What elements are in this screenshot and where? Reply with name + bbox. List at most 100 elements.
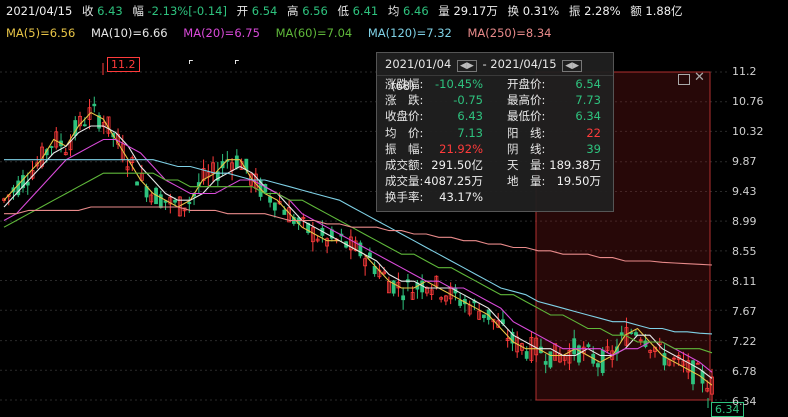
high-label: 高 bbox=[287, 4, 299, 18]
stat-value: 19.50万 bbox=[556, 174, 601, 189]
y-tick: 10.76 bbox=[732, 95, 764, 108]
range-start-stepper-icon[interactable]: ◀▶ bbox=[456, 60, 477, 72]
y-tick: 7.67 bbox=[732, 305, 757, 318]
y-tick: 8.11 bbox=[732, 275, 757, 288]
ma250-label[interactable]: MA(250)=8.34 bbox=[468, 24, 552, 42]
y-tick: 9.43 bbox=[732, 185, 757, 198]
crosshair-bracket-right: ⌜ bbox=[234, 58, 240, 72]
ma120-label[interactable]: MA(120)=7.32 bbox=[368, 24, 452, 42]
ma5-label[interactable]: MA(5)=6.56 bbox=[6, 24, 75, 42]
range-end-date[interactable]: 2021/04/15 bbox=[490, 57, 556, 71]
close-value: 6.43 bbox=[97, 4, 123, 18]
turnover-label: 换 bbox=[507, 4, 520, 18]
candle-body bbox=[596, 363, 600, 368]
stat-value: 7.13 bbox=[457, 125, 483, 140]
close-label: 收 bbox=[81, 4, 94, 18]
candle-body bbox=[619, 332, 624, 336]
candle-body bbox=[662, 353, 667, 366]
stat-key: 涨 跌: bbox=[385, 93, 424, 108]
y-tick: 7.22 bbox=[732, 335, 757, 348]
stat-key: 最低价: bbox=[507, 109, 546, 124]
volume-label: 量 bbox=[438, 4, 450, 18]
stat-value: 39 bbox=[586, 141, 601, 156]
stat-key: 成交量: bbox=[385, 174, 424, 189]
candle-body bbox=[634, 332, 638, 336]
stat-value: 189.38万 bbox=[549, 157, 601, 172]
stats-row: 涨跌幅: -10.45% 开盘价: 6.54 bbox=[377, 76, 613, 92]
stat-key: 换手率: bbox=[385, 190, 424, 205]
amplitude-label: 振 bbox=[568, 4, 581, 18]
stat-key: 最高价: bbox=[507, 93, 546, 108]
stat-value: 6.34 bbox=[575, 109, 601, 124]
ma-legend: MA(5)=6.56 MA(10)=6.66 MA(20)=6.75 MA(60… bbox=[0, 24, 788, 42]
amount-value: 1.88亿 bbox=[645, 4, 683, 18]
stat-value: 6.43 bbox=[457, 109, 483, 124]
range-end-stepper-icon[interactable]: ◀▶ bbox=[562, 60, 583, 72]
y-tick: 11.2 bbox=[732, 65, 757, 78]
max-price-marker: 11.2 bbox=[107, 57, 140, 72]
range-header: 2021/01/04 ◀▶ - 2021/04/15 ◀▶ (68) bbox=[377, 53, 613, 93]
stat-key: 开盘价: bbox=[507, 77, 546, 91]
y-tick: 6.34 bbox=[732, 395, 757, 408]
stat-key: 天 量: bbox=[507, 157, 546, 172]
stat-value: 21.92% bbox=[439, 141, 483, 156]
amplitude-value: 2.28% bbox=[584, 4, 621, 18]
avg-label: 均 bbox=[387, 4, 400, 18]
candle-body bbox=[49, 146, 54, 148]
candle-body bbox=[92, 103, 97, 107]
stats-row: 换手率: 43.17% bbox=[377, 189, 613, 205]
ma10-label[interactable]: MA(10)=6.66 bbox=[91, 24, 168, 42]
stat-value: -0.75 bbox=[453, 93, 483, 108]
candle-body bbox=[82, 124, 87, 127]
stats-row: 收盘价: 6.43 最低价: 6.34 bbox=[377, 108, 613, 124]
candle-body bbox=[524, 351, 529, 359]
candle-body bbox=[572, 338, 577, 355]
stat-value: 4087.25万 bbox=[423, 174, 483, 189]
y-tick: 8.55 bbox=[732, 245, 757, 258]
candle-body bbox=[586, 344, 591, 347]
stat-key: 地 量: bbox=[507, 174, 546, 189]
stat-key: 均 价: bbox=[385, 125, 424, 140]
stat-value: 7.73 bbox=[575, 93, 601, 108]
stat-key: 阳 线: bbox=[507, 125, 546, 140]
range-start-date[interactable]: 2021/01/04 bbox=[385, 57, 451, 71]
stats-row: 涨 跌: -0.75 最高价: 7.73 bbox=[377, 92, 613, 108]
open-label: 开 bbox=[236, 4, 249, 18]
stat-key: 收盘价: bbox=[385, 109, 424, 124]
stats-row: 振 幅: 21.92% 阴 线: 39 bbox=[377, 141, 613, 157]
y-tick: 8.99 bbox=[732, 215, 757, 228]
quote-date: 2021/04/15 bbox=[6, 4, 73, 18]
candle-body bbox=[482, 314, 486, 319]
price-axis: 11.2 10.76 10.32 9.87 9.43 8.99 8.55 8.1… bbox=[728, 60, 788, 416]
candle-body bbox=[401, 295, 406, 301]
stat-value: 6.54 bbox=[575, 77, 601, 91]
stat-value: 43.17% bbox=[439, 190, 483, 205]
ma20-label[interactable]: MA(20)=6.75 bbox=[183, 24, 260, 42]
ma60-label[interactable]: MA(60)=7.04 bbox=[276, 24, 353, 42]
candle-body bbox=[458, 300, 463, 306]
stat-key: 振 幅: bbox=[385, 141, 424, 156]
volume-value: 29.17万 bbox=[453, 4, 498, 18]
close-icon[interactable]: ✕ bbox=[694, 70, 705, 85]
candle-body bbox=[548, 351, 553, 368]
candle-body bbox=[173, 199, 177, 203]
stat-key: 涨跌幅: bbox=[385, 77, 424, 91]
y-tick: 6.78 bbox=[732, 365, 757, 378]
stat-key: 阴 线: bbox=[507, 141, 546, 156]
low-label: 低 bbox=[337, 4, 349, 18]
candle-body bbox=[272, 202, 277, 211]
y-tick: 9.87 bbox=[732, 155, 757, 168]
range-stats-panel: 2021/01/04 ◀▶ - 2021/04/15 ◀▶ (68) 涨跌幅: -… bbox=[376, 52, 614, 212]
kline-chart[interactable] bbox=[0, 42, 728, 416]
maximize-icon[interactable] bbox=[678, 74, 690, 85]
stat-value: 291.50亿 bbox=[431, 157, 483, 172]
open-value: 6.54 bbox=[251, 4, 278, 18]
stats-row: 成交额: 291.50亿 天 量: 189.38万 bbox=[377, 157, 613, 173]
stat-value: -10.45% bbox=[435, 77, 483, 91]
candle-body bbox=[282, 209, 287, 215]
candle-body bbox=[135, 181, 139, 186]
stats-row: 均 价: 7.13 阳 线: 22 bbox=[377, 125, 613, 141]
crosshair-bracket-left: ⌜ bbox=[188, 58, 194, 72]
candle-body bbox=[187, 201, 192, 205]
range-separator: - bbox=[482, 57, 487, 71]
